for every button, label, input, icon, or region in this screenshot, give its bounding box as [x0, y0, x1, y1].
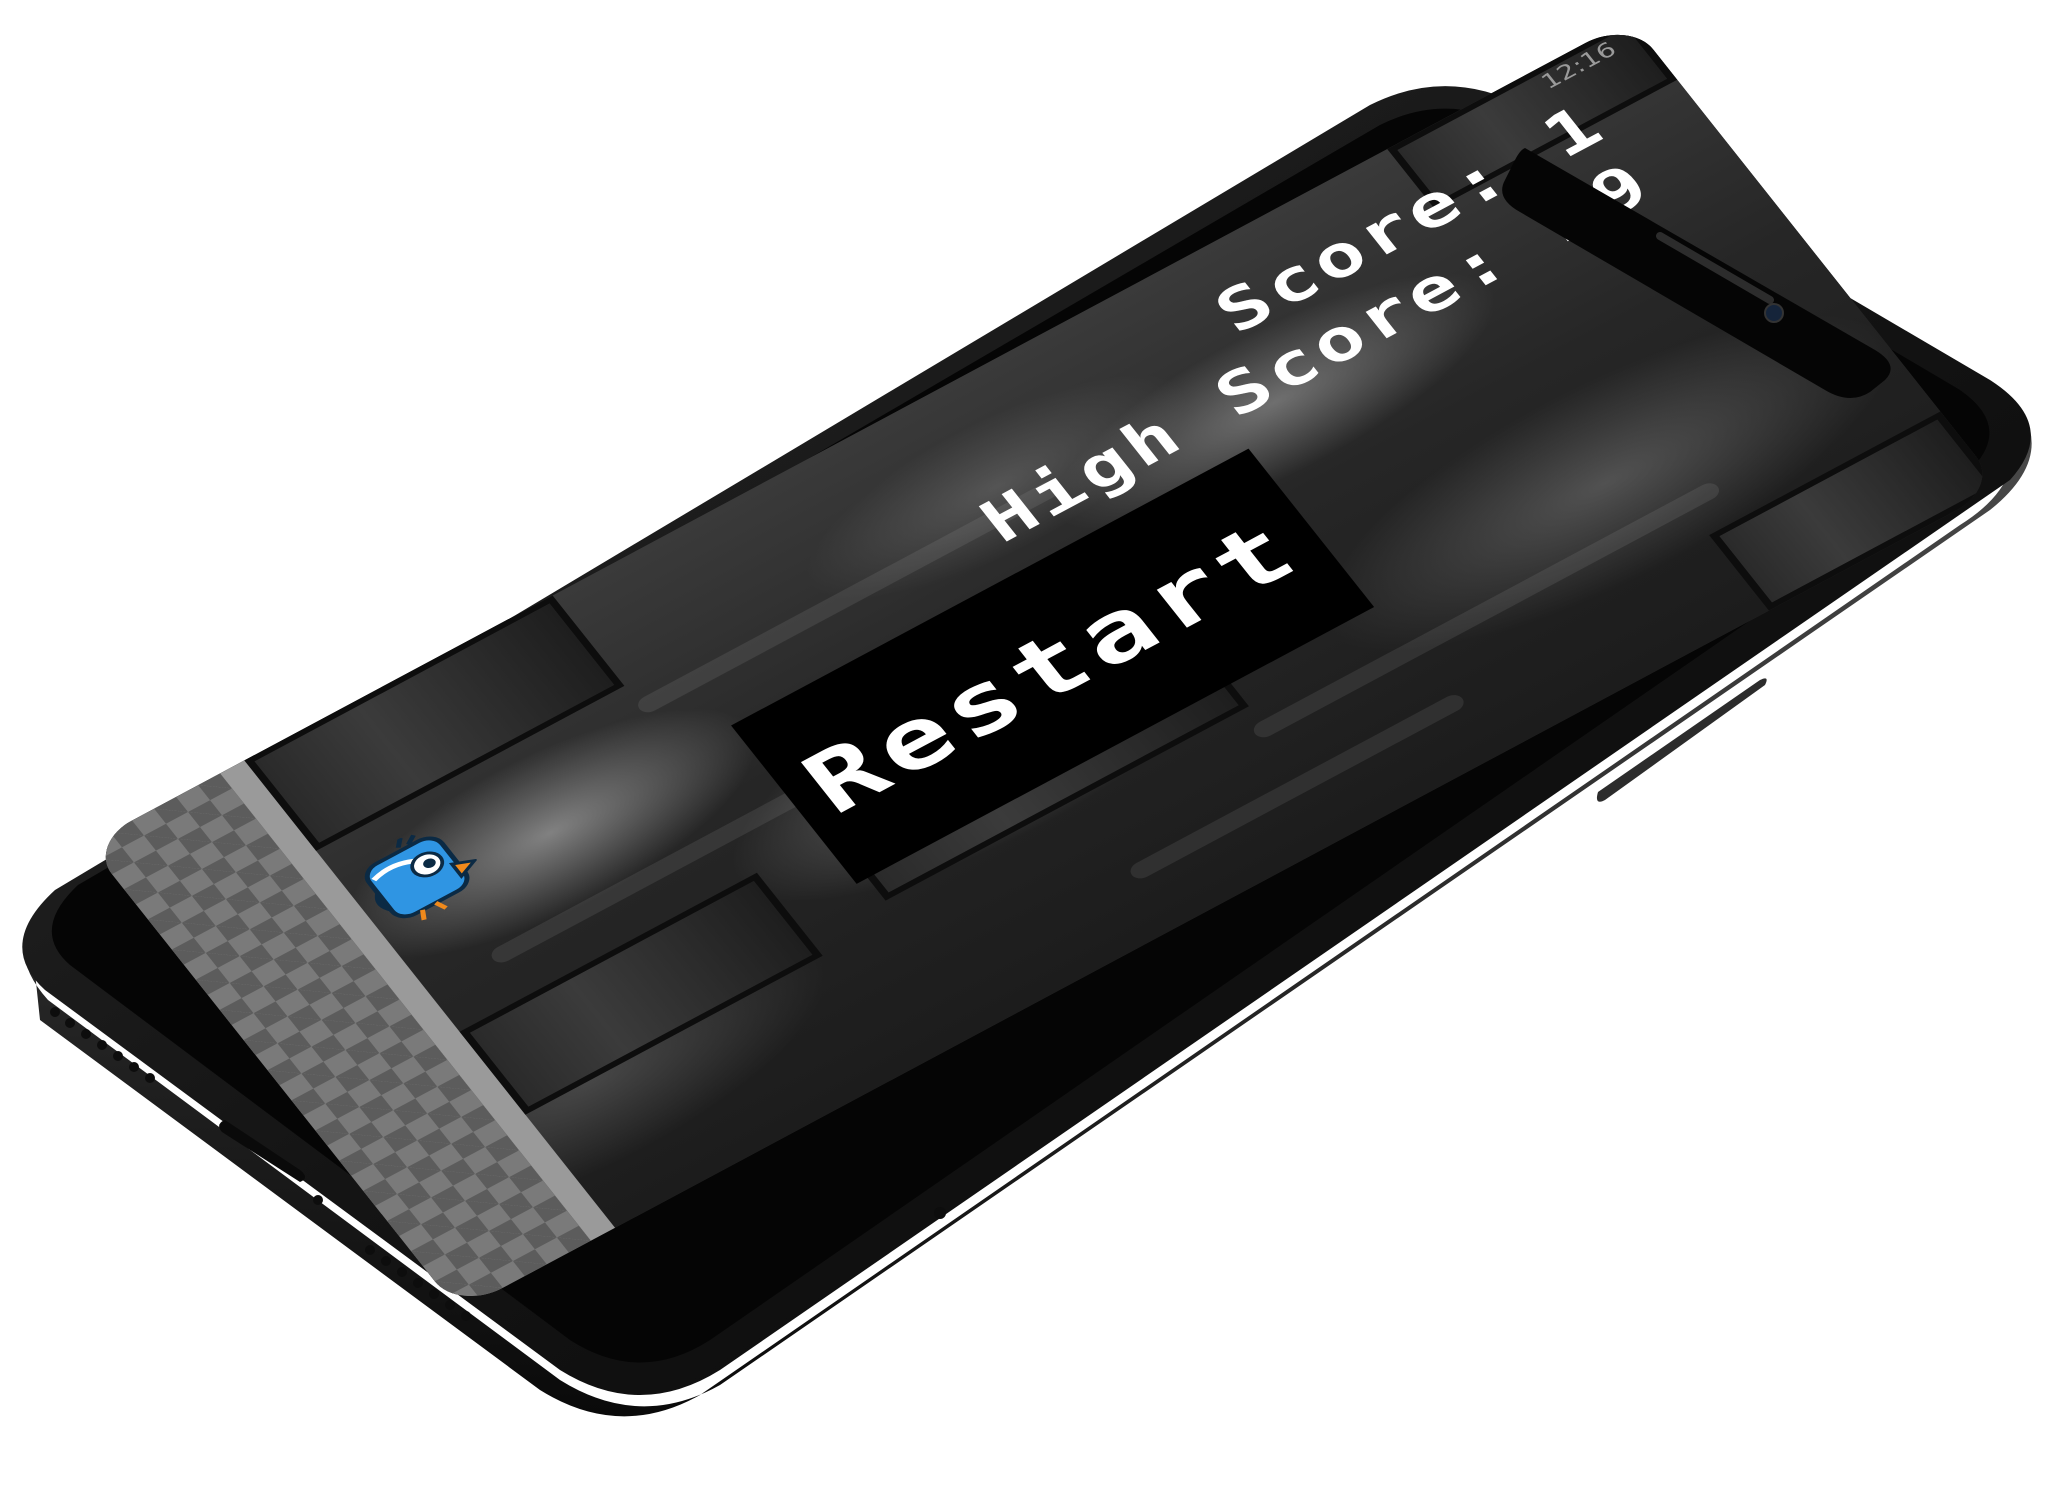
- notch: [1502, 148, 1891, 399]
- front-camera: [1764, 303, 1784, 323]
- stage: Restart Score: 1 High Score: 29 12:16: [0, 0, 2048, 1500]
